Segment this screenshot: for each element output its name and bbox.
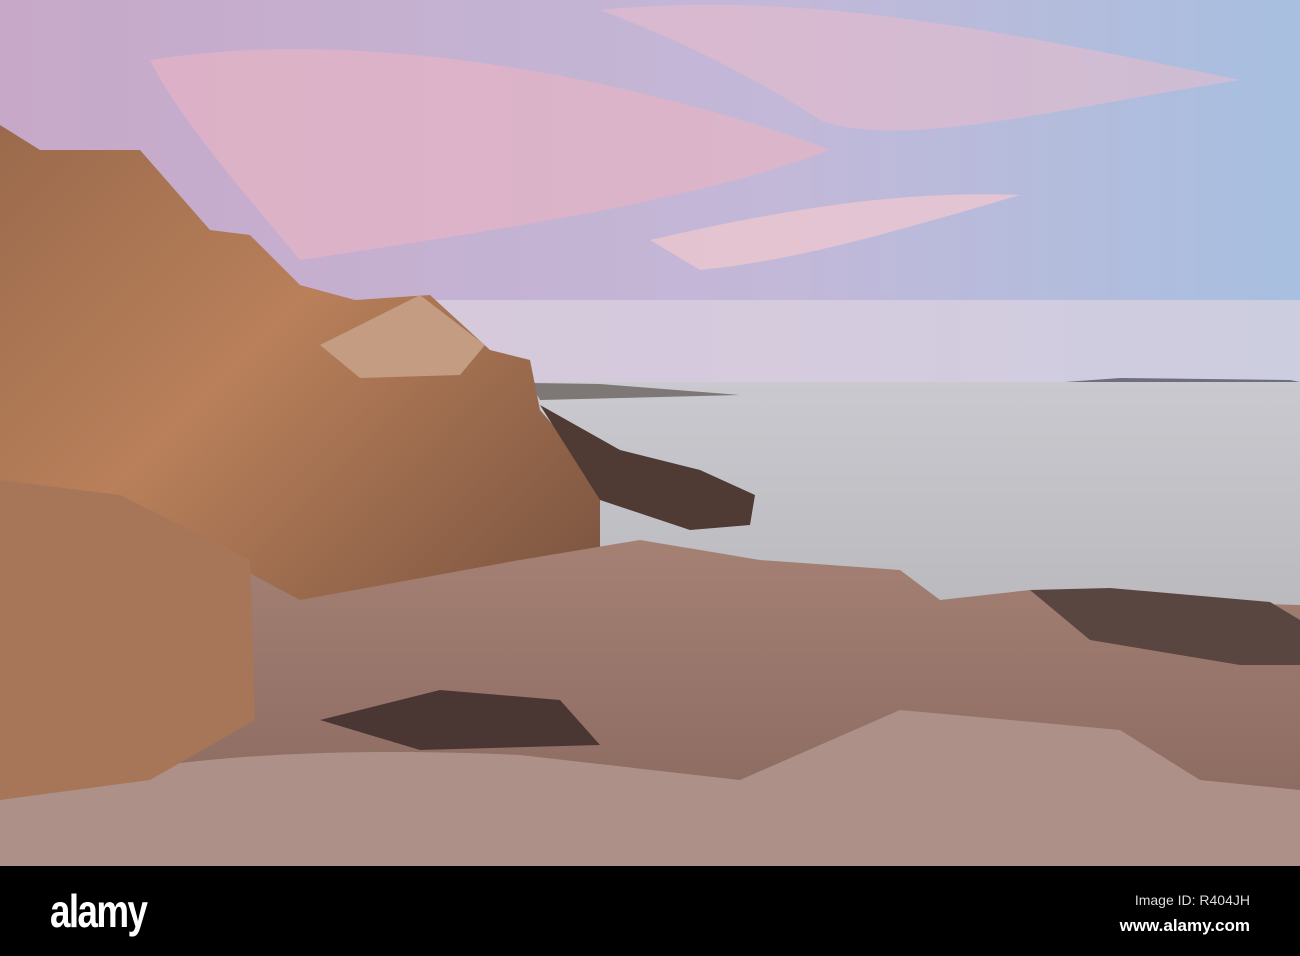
watermark-footer: alamy Image ID: R404JH www.alamy.com — [0, 866, 1300, 956]
coastal-rocks-photo — [0, 0, 1300, 866]
image-id: Image ID: R404JH — [1134, 892, 1250, 908]
photo-scene — [0, 0, 1300, 866]
site-url: www.alamy.com — [1119, 916, 1250, 935]
alamy-logo: alamy — [50, 885, 148, 937]
